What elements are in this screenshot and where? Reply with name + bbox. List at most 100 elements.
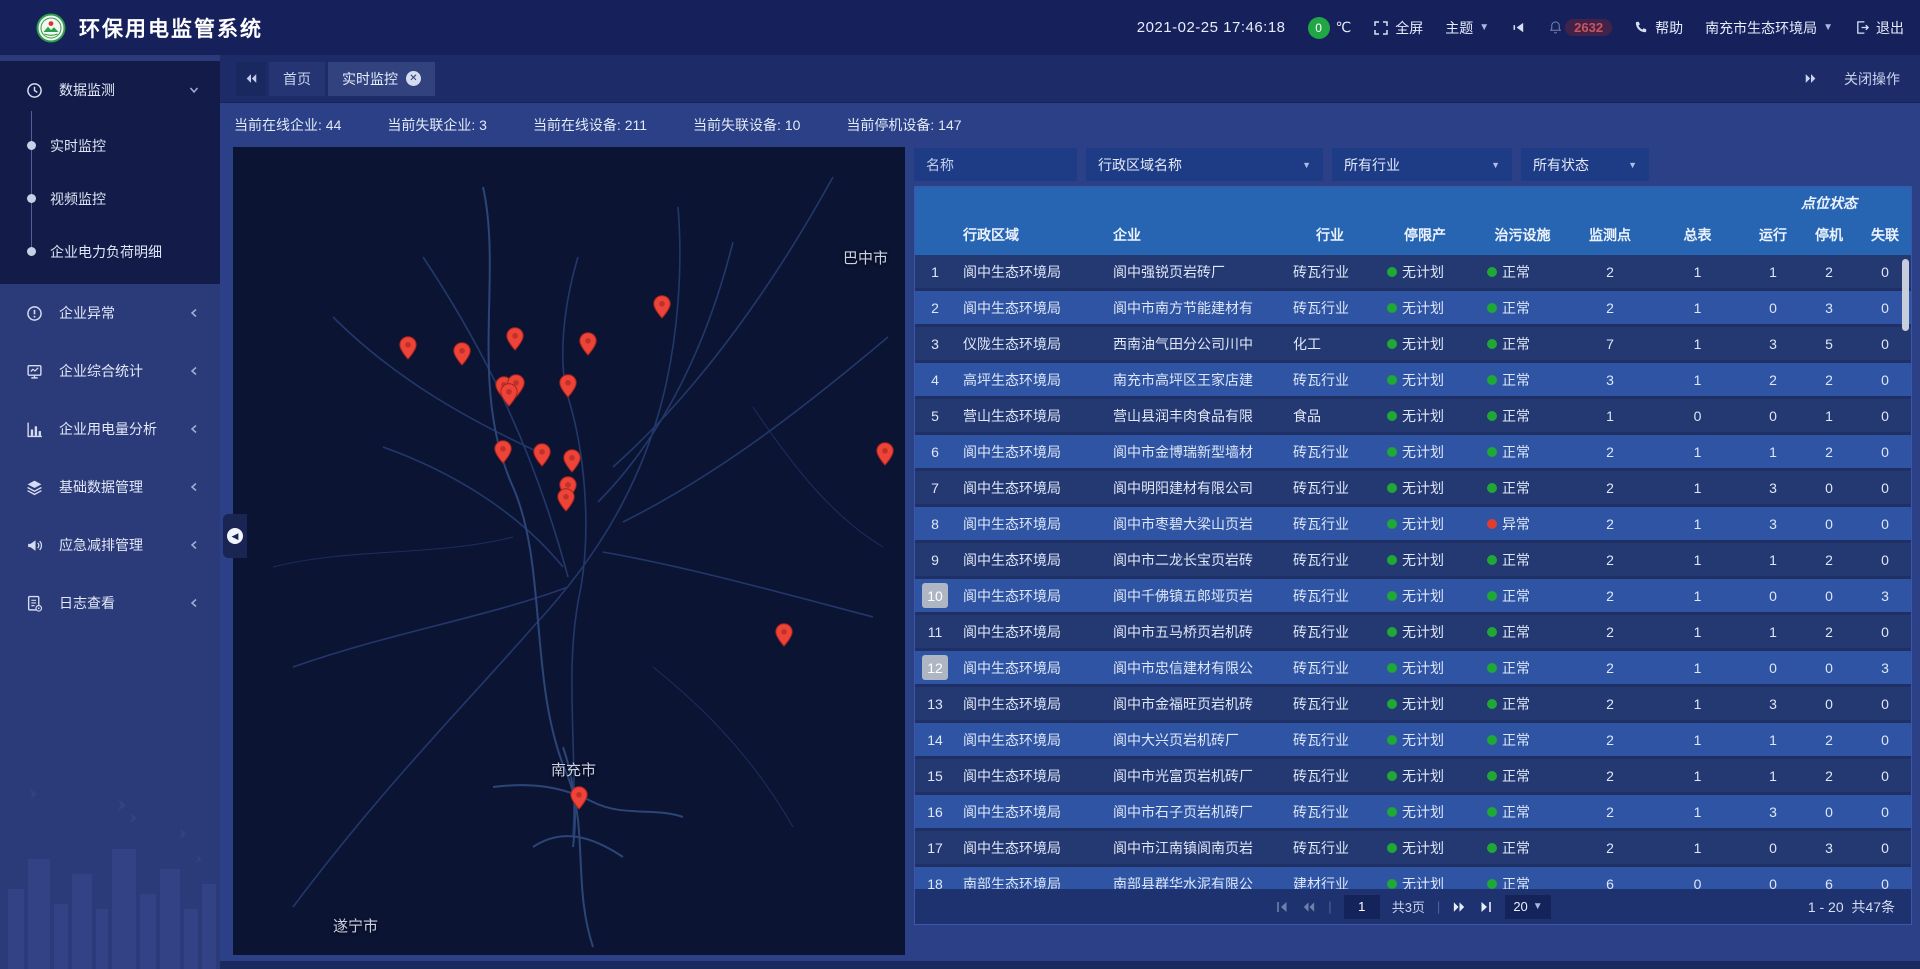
page-size-select[interactable]: 20 ▼ xyxy=(1505,895,1550,919)
table-row[interactable]: 5营山生态环境局营山县润丰肉食品有限食品无计划正常10010 xyxy=(915,399,1911,435)
help-button[interactable]: 帮助 xyxy=(1634,18,1683,38)
phone-icon xyxy=(1634,20,1649,35)
chevron-down-icon: ▼ xyxy=(1479,22,1489,33)
tab-首页[interactable]: 首页 xyxy=(269,62,325,96)
table-row[interactable]: 2阆中生态环境局阆中市南方节能建材有砖瓦行业无计划正常21030 xyxy=(915,291,1911,327)
industry-select[interactable]: 所有行业 ▼ xyxy=(1332,148,1512,181)
chevron-left-icon xyxy=(188,481,200,493)
sidebar-item-label: 企业综合统计 xyxy=(59,361,143,381)
sound-toggle[interactable] xyxy=(1511,20,1526,35)
close-operations-button[interactable]: 关闭操作 xyxy=(1844,69,1900,89)
map-pin-icon[interactable] xyxy=(557,488,575,512)
status-select[interactable]: 所有状态 ▼ xyxy=(1521,148,1649,181)
status-dot xyxy=(1387,771,1397,781)
table-row[interactable]: 11阆中生态环境局阆中市五马桥页岩机砖砖瓦行业无计划正常21120 xyxy=(915,615,1911,651)
map[interactable]: 巴中市南充市遂宁市 xyxy=(233,147,905,955)
table-row[interactable]: 3仪陇生态环境局西南油气田分公司川中化工无计划正常71350 xyxy=(915,327,1911,363)
map-pin-icon[interactable] xyxy=(500,383,518,407)
data-panel: 行政区域名称 ▼ 所有行业 ▼ 所有状态 ▼ 点位状态行政区域企业行业停限产治污… xyxy=(914,147,1912,955)
app-logo xyxy=(36,13,66,43)
status-dot xyxy=(1387,591,1397,601)
map-city-label: 巴中市 xyxy=(843,247,888,268)
chevron-left-icon xyxy=(188,423,200,435)
sidebar-item[interactable]: 基础数据管理 xyxy=(0,458,220,516)
status-dot xyxy=(1487,447,1497,457)
next-page-button[interactable] xyxy=(1452,900,1467,914)
logout-button[interactable]: 退出 xyxy=(1855,18,1904,38)
sidebar-item[interactable]: 企业用电量分析 xyxy=(0,400,220,458)
last-page-button[interactable] xyxy=(1479,900,1493,914)
tabs-scroll-left-button[interactable] xyxy=(236,62,266,96)
tabs: 首页实时监控✕ xyxy=(266,62,435,96)
table-row[interactable]: 8阆中生态环境局阆中市枣碧大梁山页岩砖瓦行业无计划异常21300 xyxy=(915,507,1911,543)
table-row[interactable]: 10阆中生态环境局阆中千佛镇五郎垭页岩砖瓦行业无计划正常21003 xyxy=(915,579,1911,615)
table-row[interactable]: 13阆中生态环境局阆中市金福旺页岩机砖砖瓦行业无计划正常21300 xyxy=(915,687,1911,723)
scrollbar-thumb[interactable] xyxy=(1902,259,1909,331)
column-header: 运行 xyxy=(1745,215,1801,255)
map-pin-icon[interactable] xyxy=(533,443,551,467)
page-number-input[interactable] xyxy=(1344,895,1380,919)
name-search-input[interactable] xyxy=(914,148,1077,181)
sidebar-item[interactable]: 应急减排管理 xyxy=(0,516,220,574)
chevron-left-icon xyxy=(188,597,200,609)
map-pin-icon[interactable] xyxy=(399,336,417,360)
sidebar-item[interactable]: 企业异常 xyxy=(0,284,220,342)
tab-实时监控[interactable]: 实时监控✕ xyxy=(328,62,435,96)
map-pin-icon[interactable] xyxy=(563,449,581,473)
sidebar-item[interactable]: 数据监测 xyxy=(0,61,220,119)
fullscreen-button[interactable]: 全屏 xyxy=(1373,18,1423,38)
sidebar-item-label: 应急减排管理 xyxy=(59,535,143,555)
table-row[interactable]: 12阆中生态环境局阆中市忠信建材有限公砖瓦行业无计划正常21003 xyxy=(915,651,1911,687)
map-pin-icon[interactable] xyxy=(775,623,793,647)
map-pin-icon[interactable] xyxy=(876,442,894,466)
sidebar-subitem[interactable]: 实时监控 xyxy=(0,119,220,172)
bullet-icon xyxy=(27,194,36,203)
theme-dropdown[interactable]: 主题 ▼ xyxy=(1445,18,1489,38)
chevron-left-icon: ◀ xyxy=(227,528,243,544)
chevron-down-icon: ▼ xyxy=(1823,22,1833,33)
table-row[interactable]: 17阆中生态环境局阆中市江南镇阆南页岩砖瓦行业无计划正常21030 xyxy=(915,831,1911,867)
chevron-left-icon xyxy=(188,365,200,377)
log-icon xyxy=(26,595,48,612)
map-pin-icon[interactable] xyxy=(570,786,588,810)
status-dot xyxy=(1487,879,1497,889)
map-pin-icon[interactable] xyxy=(494,440,512,464)
companies-table: 点位状态行政区域企业行业停限产治污设施监测点总表运行停机失联 1阆中生态环境局阆… xyxy=(914,186,1912,925)
sidebar-item-label: 日志查看 xyxy=(59,593,115,613)
sidebar-subitem[interactable]: 企业电力负荷明细 xyxy=(0,225,220,278)
table-row[interactable]: 15阆中生态环境局阆中市光富页岩机砖厂砖瓦行业无计划正常21120 xyxy=(915,759,1911,795)
sidebar-subitem-label: 企业电力负荷明细 xyxy=(50,242,162,262)
map-pin-icon[interactable] xyxy=(506,327,524,351)
close-icon[interactable]: ✕ xyxy=(406,71,421,86)
column-header: 行业 xyxy=(1285,215,1375,255)
map-pin-icon[interactable] xyxy=(579,332,597,356)
table-row[interactable]: 6阆中生态环境局阆中市金博瑞新型墙材砖瓦行业无计划正常21120 xyxy=(915,435,1911,471)
prev-page-button[interactable] xyxy=(1301,900,1316,914)
org-dropdown[interactable]: 南充市生态环境局 ▼ xyxy=(1705,18,1833,38)
column-header: 企业 xyxy=(1105,215,1285,255)
table-row[interactable]: 4高坪生态环境局南充市高坪区王家店建砖瓦行业无计划正常31220 xyxy=(915,363,1911,399)
status-dot xyxy=(1387,303,1397,313)
notification-count: 2632 xyxy=(1565,19,1612,36)
table-row[interactable]: 9阆中生态环境局阆中市二龙长宝页岩砖砖瓦行业无计划正常21120 xyxy=(915,543,1911,579)
status-dot xyxy=(1487,303,1497,313)
map-pin-icon[interactable] xyxy=(653,295,671,319)
map-pin-icon[interactable] xyxy=(453,342,471,366)
map-collapse-button[interactable]: ◀ xyxy=(223,514,247,558)
table-row[interactable]: 16阆中生态环境局阆中市石子页岩机砖厂砖瓦行业无计划正常21300 xyxy=(915,795,1911,831)
table-row[interactable]: 7阆中生态环境局阆中明阳建材有限公司砖瓦行业无计划正常21300 xyxy=(915,471,1911,507)
main-content: 当前在线企业: 44当前失联企业: 3当前在线设备: 211当前失联设备: 10… xyxy=(220,103,1920,969)
table-row[interactable]: 1阆中生态环境局阆中强锐页岩砖厂砖瓦行业无计划正常21120 xyxy=(915,255,1911,291)
table-row[interactable]: 14阆中生态环境局阆中大兴页岩机砖厂砖瓦行业无计划正常21120 xyxy=(915,723,1911,759)
map-pin-icon[interactable] xyxy=(559,374,577,398)
sidebar-item[interactable]: 日志查看 xyxy=(0,574,220,632)
status-dot xyxy=(1487,555,1497,565)
first-page-button[interactable] xyxy=(1275,900,1289,914)
sidebar-item[interactable]: 企业综合统计 xyxy=(0,342,220,400)
notification-badge[interactable]: 2632 xyxy=(1548,19,1612,36)
tabs-scroll-right-button[interactable] xyxy=(1804,72,1818,85)
status-dot xyxy=(1487,771,1497,781)
column-header: 失联 xyxy=(1857,215,1912,255)
region-select[interactable]: 行政区域名称 ▼ xyxy=(1086,148,1323,181)
sidebar-subitem[interactable]: 视频监控 xyxy=(0,172,220,225)
